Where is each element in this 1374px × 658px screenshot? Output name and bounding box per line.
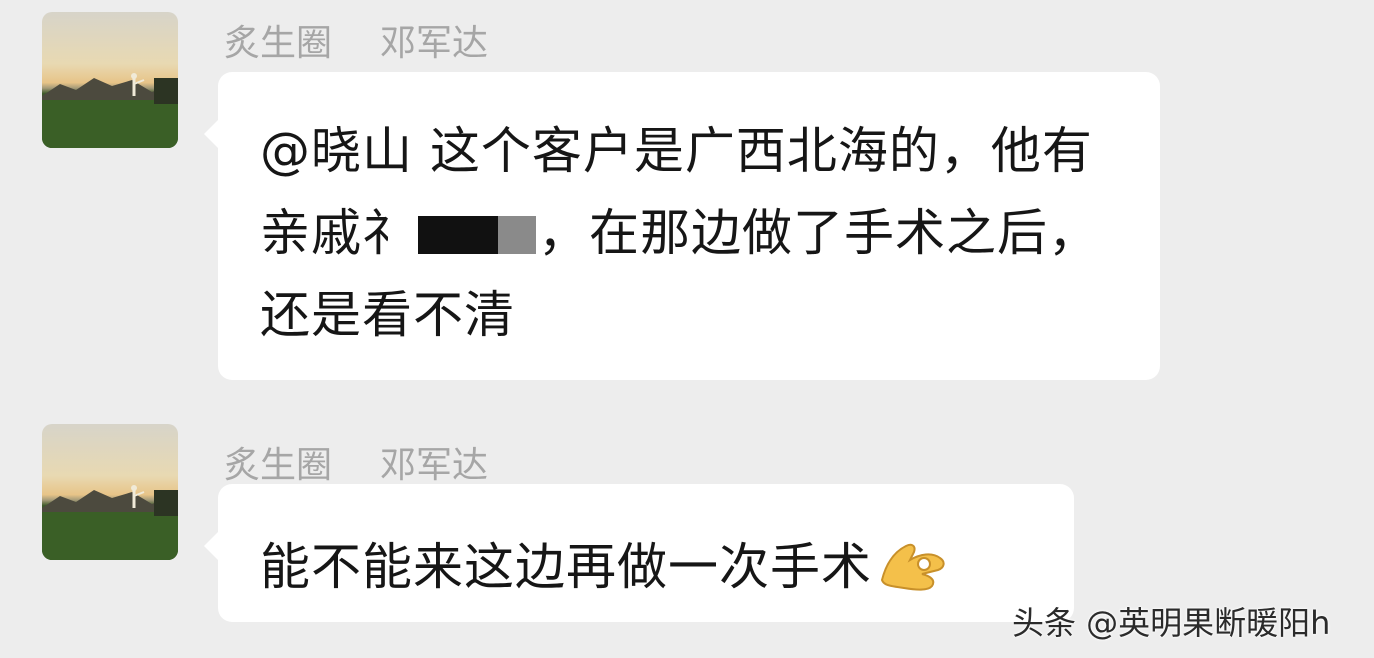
sunset-field-icon [42,73,178,148]
group-name: 炙生圈 [224,23,333,64]
ok-hand-icon [880,543,945,591]
avatar[interactable] [42,12,178,148]
message-bubble[interactable]: 能不能来这边再做一次手术 [204,484,1074,622]
group-name: 炙生圈 [224,445,333,486]
message-bubble[interactable]: @晓山 这个客户是广西北海的，他有亲戚礻，在那边做了手术之后，还是看不清 [204,72,1160,380]
sender-name[interactable]: 邓军达 [380,445,488,486]
redaction-block [418,216,536,254]
sender-name[interactable]: 邓军达 [380,23,488,64]
partial-char: 礻 [362,192,388,274]
watermark: 头条 @英明果断暖阳h [1012,604,1331,642]
chat-message-1: 炙生圈 邓军达 @晓山 这个客户是广西北海的，他有亲戚礻，在那边做了手术之后，还是… [0,0,1374,400]
message-text: @晓山 这个客户是广西北海的，他有亲戚礻，在那边做了手术之后，还是看不清 [260,110,1120,356]
sunset-field-icon [42,485,178,560]
message-text-content: 能不能来这边再做一次手术 [260,538,872,596]
avatar[interactable] [42,424,178,560]
message-meta: 炙生圈 邓军达 [224,14,536,64]
message-meta: 炙生圈 邓军达 [224,436,536,486]
message-text: 能不能来这边再做一次手术 [260,524,1034,608]
